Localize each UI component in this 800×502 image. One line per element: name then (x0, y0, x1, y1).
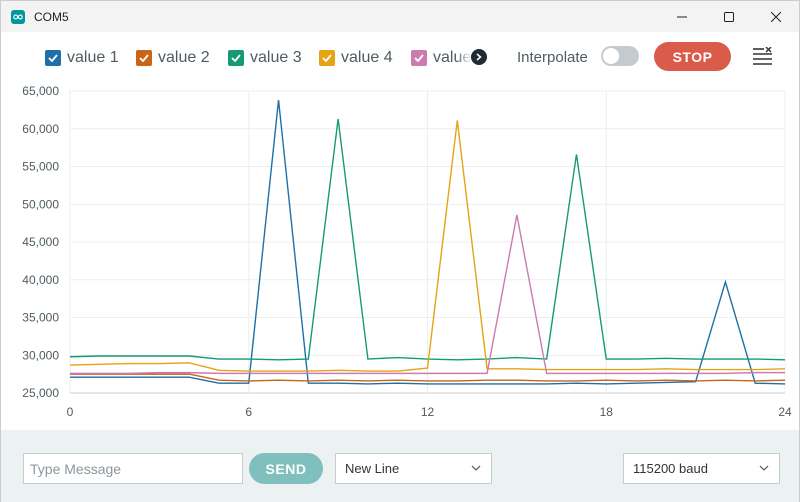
x-tick-label: 0 (67, 405, 74, 419)
x-tick-label: 6 (245, 405, 252, 419)
send-button[interactable]: SEND (249, 453, 323, 484)
y-tick-label: 55,000 (22, 160, 59, 174)
baud-rate-value: 115200 baud (633, 461, 708, 476)
minimize-button[interactable] (658, 1, 705, 32)
chevron-down-icon (759, 465, 769, 471)
maximize-icon (723, 11, 734, 22)
close-button[interactable] (752, 1, 799, 32)
x-tick-label: 18 (600, 405, 614, 419)
send-bar: SEND New Line 115200 baud (1, 430, 799, 502)
legend-item-value-3[interactable]: value 3 (228, 49, 302, 67)
y-tick-label: 65,000 (22, 84, 59, 98)
interpolate-toggle[interactable] (601, 46, 639, 66)
baud-rate-select[interactable]: 115200 baud (623, 453, 780, 484)
message-input[interactable] (23, 453, 243, 484)
close-icon (770, 11, 781, 22)
clear-output-icon[interactable] (753, 47, 773, 65)
plotter-toolbar: value 1 value 2 value 3 value 4 value In… (1, 32, 799, 82)
y-tick-label: 45,000 (22, 235, 59, 249)
legend-label: value 4 (341, 49, 393, 66)
x-tick-label: 24 (778, 405, 792, 419)
y-tick-label: 60,000 (22, 122, 59, 136)
serial-plotter-window: COM5 value 1 value 2 value 3 value 4 val… (0, 0, 800, 502)
plot-area: 25,000 30,000 35,000 40,000 45,000 50,000 55,0… (1, 82, 799, 430)
checkbox-icon[interactable] (45, 50, 61, 66)
legend-fade (456, 44, 472, 70)
y-tick-label: 30,000 (22, 348, 59, 362)
arduino-app-icon (11, 9, 25, 24)
checkbox-icon[interactable] (228, 50, 244, 66)
line-ending-value: New Line (345, 461, 400, 476)
legend-label: value 2 (158, 49, 210, 66)
title-bar: COM5 (1, 1, 799, 32)
legend-label: value 1 (67, 49, 119, 66)
y-tick-label: 25,000 (22, 386, 59, 400)
window-title: COM5 (34, 9, 69, 24)
interpolate-label: Interpolate (517, 49, 588, 66)
legend-scroll-right-icon[interactable] (471, 49, 487, 65)
checkbox-icon[interactable] (136, 50, 152, 66)
y-tick-label: 35,000 (22, 311, 59, 325)
line-chart: 25,000 30,000 35,000 40,000 45,000 50,000 55,0… (22, 84, 792, 419)
legend-label: value 3 (250, 49, 302, 66)
line-ending-select[interactable]: New Line (335, 453, 492, 484)
minimize-icon (676, 16, 687, 17)
checkbox-icon[interactable] (319, 50, 335, 66)
y-tick-label: 50,000 (22, 197, 59, 211)
checkbox-icon[interactable] (411, 50, 427, 66)
toggle-knob (603, 48, 619, 64)
x-tick-label: 12 (421, 405, 435, 419)
chevron-down-icon (471, 465, 481, 471)
stop-button[interactable]: STOP (654, 42, 731, 71)
maximize-button[interactable] (705, 1, 752, 32)
legend-item-value-1[interactable]: value 1 (45, 49, 119, 67)
legend-item-value-2[interactable]: value 2 (136, 49, 210, 67)
y-tick-label: 40,000 (22, 273, 59, 287)
legend-item-value-4[interactable]: value 4 (319, 49, 393, 67)
